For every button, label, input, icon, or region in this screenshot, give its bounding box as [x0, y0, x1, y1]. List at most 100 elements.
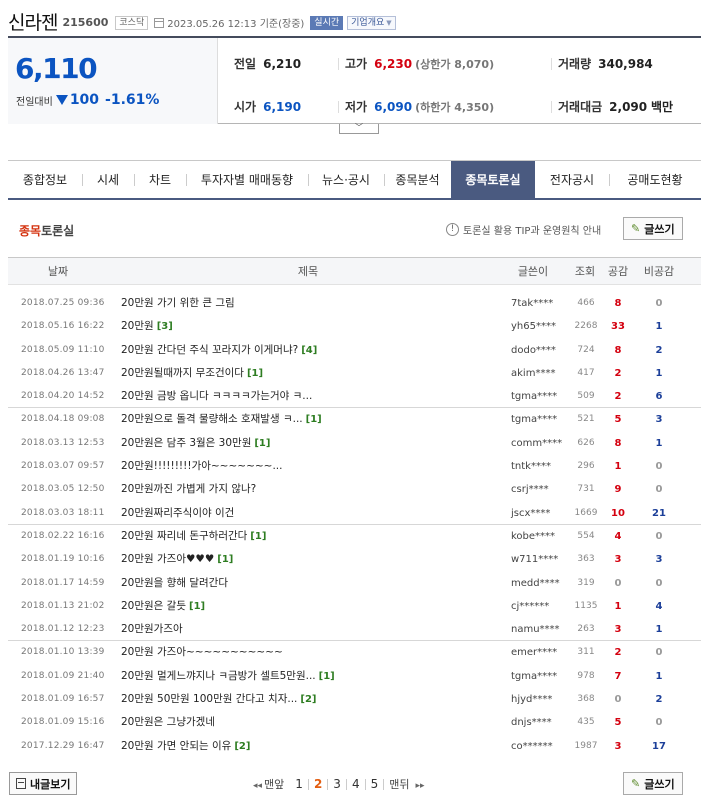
post-author[interactable]: cj******: [511, 595, 571, 618]
divider: [307, 778, 309, 790]
post-title-link[interactable]: 20만원 짜리네 돈구하러간다 [1]: [121, 525, 266, 548]
post-author[interactable]: tgma****: [511, 408, 571, 431]
expand-quote-button[interactable]: ﹀: [339, 124, 379, 134]
page-link[interactable]: 3: [333, 777, 341, 791]
stock-name: 신라젠: [8, 11, 58, 34]
post-views: 554: [577, 530, 595, 541]
tab-news[interactable]: 뉴스·공시: [308, 161, 384, 199]
post-title-link[interactable]: 20만원 가기 위한 큰 그림: [121, 292, 235, 315]
post-title-link[interactable]: 20만원 금방 옵니다 ㅋㅋㅋㅋ가는거야 ㅋ...: [121, 385, 312, 408]
post-title-link[interactable]: 20만원짜리주식이야 이건: [121, 502, 234, 525]
post-views: 263: [577, 624, 595, 635]
tab-short-selling[interactable]: 공매도현황: [609, 161, 701, 199]
post-down-count: 3: [655, 414, 663, 426]
down-arrow-icon: [55, 95, 68, 105]
post-views: 1669: [574, 507, 598, 518]
post-up-count: 3: [614, 740, 622, 752]
post-author[interactable]: comm****: [511, 432, 571, 455]
post-up-count: 3: [614, 554, 622, 566]
table-row: 2018.01.10 13:39 emer**** 311 2 0 20만원 가즈아~~~…: [8, 641, 701, 664]
post-author[interactable]: yh65****: [511, 315, 571, 338]
post-author[interactable]: emer****: [511, 641, 571, 664]
table-row: 2018.03.03 18:11 jscx**** 1669 10 21 20만원짜리주식…: [8, 502, 701, 525]
stat-volume: 거래량 340,984: [558, 57, 653, 71]
post-date: 2018.01.09 15:16: [21, 717, 105, 728]
post-author[interactable]: namu****: [511, 618, 571, 641]
post-title-link[interactable]: 20만원 간다던 주식 꼬라지가 이게머냐? [4]: [121, 339, 317, 362]
stock-tabs: 종합정보 시세 차트 투자자별 매매동향 뉴스·공시 종목분석 종목토론실 전자…: [8, 160, 701, 200]
post-author[interactable]: jscx****: [511, 502, 571, 525]
post-author[interactable]: tgma****: [511, 665, 571, 688]
post-down-count: 1: [655, 624, 663, 636]
post-author[interactable]: hjyd****: [511, 688, 571, 711]
document-icon: [16, 778, 26, 789]
post-title-link[interactable]: 20만원까진 가볍게 가지 않나?: [121, 478, 256, 501]
post-title-link[interactable]: 20만원을 향해 달려간다: [121, 572, 228, 595]
post-date: 2018.05.16 16:22: [21, 321, 105, 332]
tab-discussion[interactable]: 종목토론실: [451, 161, 535, 199]
post-title-link[interactable]: 20만원 가즈아♥♥♥ [1]: [121, 548, 233, 571]
post-title-link[interactable]: 20만원될때까지 무조건이다 [1]: [121, 362, 263, 385]
info-icon: !: [446, 223, 459, 236]
last-page-link[interactable]: 맨뒤 ▸▸: [389, 776, 426, 792]
change-rate: -1.61%: [105, 92, 160, 108]
table-row: 2018.07.25 09:36 7tak**** 466 8 0 20만원 가기 위한 …: [8, 292, 701, 315]
post-title: 20만원 멀게느꺄지나 ㅋ금방가 셀트5만원...: [121, 669, 316, 682]
post-author[interactable]: akim****: [511, 362, 571, 385]
post-author[interactable]: medd****: [511, 572, 571, 595]
my-posts-button[interactable]: 내글보기: [9, 772, 78, 795]
post-author[interactable]: kobe****: [511, 525, 571, 548]
post-author[interactable]: dodo****: [511, 339, 571, 362]
tab-chart[interactable]: 차트: [134, 161, 186, 199]
post-views: 724: [577, 344, 595, 355]
table-row: 2018.02.22 16:16 kobe**** 554 4 0 20만원 짜리네 돈구…: [8, 525, 701, 548]
post-down-count: 0: [655, 530, 663, 542]
post-author[interactable]: dnjs****: [511, 711, 571, 734]
post-title-link[interactable]: 20만원 [3]: [121, 315, 173, 338]
first-page-link[interactable]: ◂◂ 맨앞: [253, 776, 284, 792]
page-link[interactable]: 1: [295, 777, 303, 791]
change-label: 전일대비: [16, 96, 53, 108]
post-list: 2018.07.25 09:36 7tak**** 466 8 0 20만원 가기 위한 …: [8, 292, 701, 758]
write-button[interactable]: ✎ 글쓰기: [623, 217, 683, 240]
calendar-icon: [154, 17, 165, 28]
post-title-link[interactable]: 20만원가즈아: [121, 618, 183, 641]
tab-disclosure[interactable]: 전자공시: [535, 161, 609, 199]
tab-investor-trend[interactable]: 투자자별 매매동향: [186, 161, 308, 199]
divider: [338, 58, 339, 70]
tab-price[interactable]: 시세: [82, 161, 134, 199]
post-views: 466: [577, 298, 595, 308]
post-title-link[interactable]: 20만원 멀게느꺄지나 ㅋ금방가 셀트5만원... [1]: [121, 665, 335, 688]
post-author[interactable]: tntk****: [511, 455, 571, 478]
post-author[interactable]: w711****: [511, 548, 571, 571]
tab-summary[interactable]: 종합정보: [8, 161, 82, 199]
post-down-count: 0: [655, 647, 663, 659]
post-title-link[interactable]: 20만원은 갈듯 [1]: [121, 595, 205, 618]
post-title-link[interactable]: 20만원은 담주 3월은 30만원 [1]: [121, 432, 270, 455]
post-title-link[interactable]: 20만원 가면 안되는 이유 [2]: [121, 735, 250, 758]
table-row: 2018.04.26 13:47 akim**** 417 2 1 20만원될때까지 무조…: [8, 362, 701, 385]
post-author[interactable]: co******: [511, 735, 571, 758]
post-title: 20만원 가즈아~~~~~~~~~~~: [121, 646, 283, 659]
post-author[interactable]: 7tak****: [511, 292, 571, 315]
write-button-bottom[interactable]: ✎ 글쓰기: [623, 772, 683, 795]
board-tip-link[interactable]: ! 토론실 활용 TIP과 운영원칙 안내: [446, 222, 601, 237]
post-up-count: 1: [614, 461, 622, 473]
post-author[interactable]: csrj****: [511, 478, 571, 501]
post-up-count: 4: [614, 530, 622, 542]
page-link-current[interactable]: 2: [314, 777, 322, 791]
post-up-count: 3: [614, 624, 622, 636]
post-author[interactable]: tgma****: [511, 385, 571, 408]
tab-analysis[interactable]: 종목분석: [384, 161, 451, 199]
company-overview-button[interactable]: 기업개요 ▼: [347, 15, 396, 30]
post-title-link[interactable]: 20만원 가즈아~~~~~~~~~~~: [121, 641, 283, 664]
table-row: 2018.05.16 16:22 yh65**** 2268 33 1 20만원 [3]: [8, 315, 701, 338]
post-title-link[interactable]: 20만원으로 돌격 물량해소 호재발생 ㅋ... [1]: [121, 408, 322, 431]
col-views: 조회: [574, 265, 596, 278]
page-link[interactable]: 5: [371, 777, 379, 791]
post-title-link[interactable]: 20만원 50만원 100만원 간다고 치자... [2]: [121, 688, 317, 711]
post-title-link[interactable]: 20만원은 그냥가겠네: [121, 711, 215, 734]
pencil-icon: ✎: [631, 777, 641, 790]
post-title-link[interactable]: 20만원!!!!!!!!!가아~~~~~~~...: [121, 455, 282, 478]
page-link[interactable]: 4: [352, 777, 360, 791]
